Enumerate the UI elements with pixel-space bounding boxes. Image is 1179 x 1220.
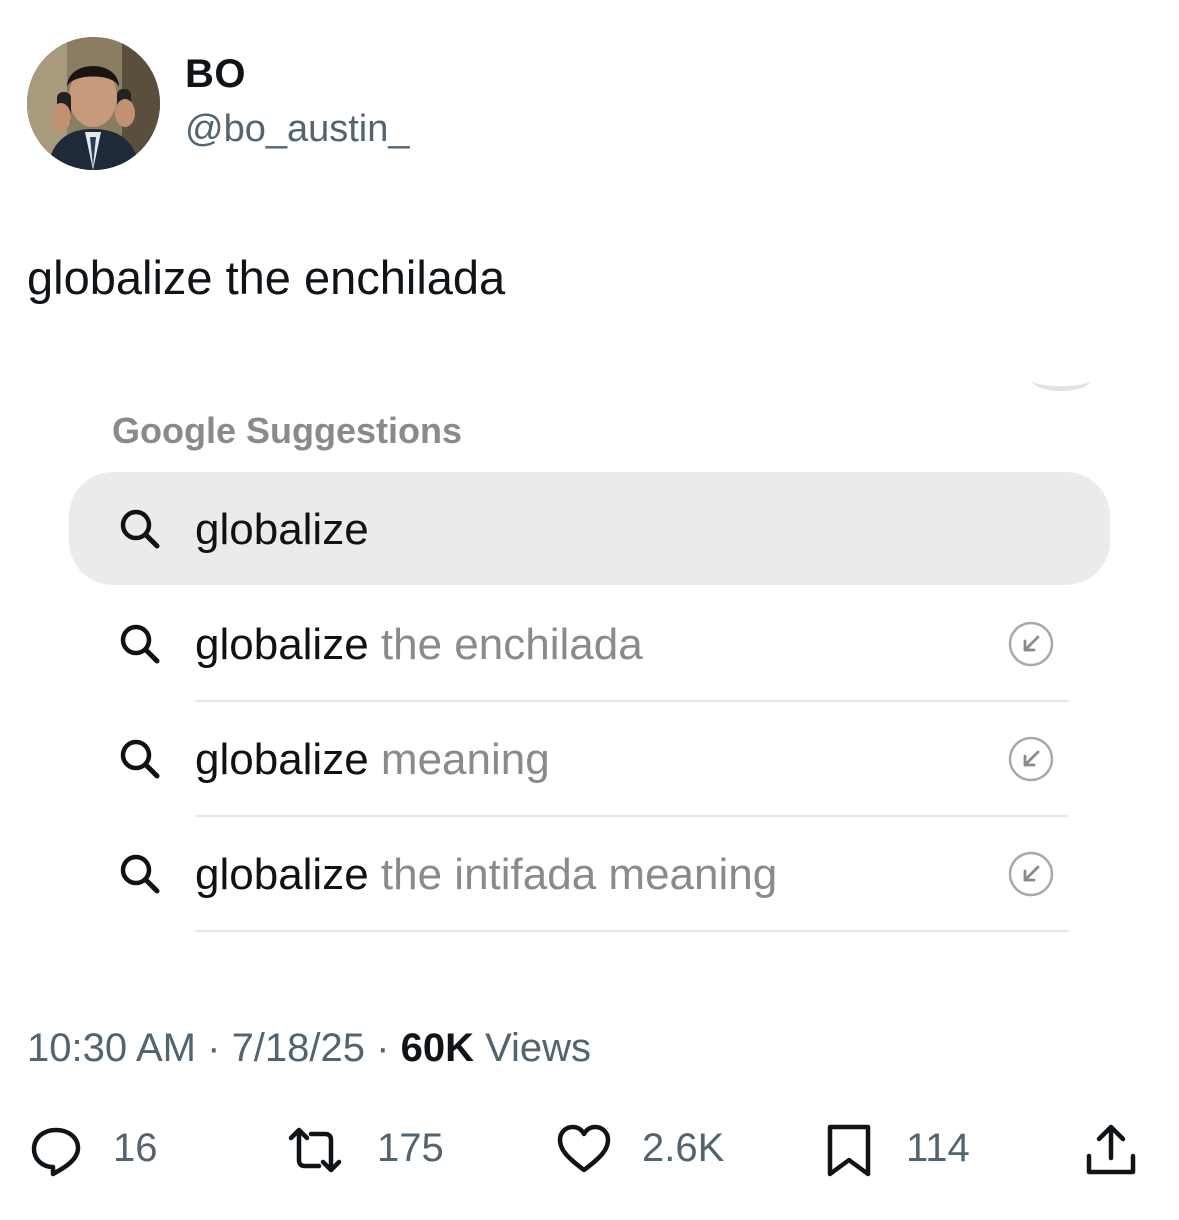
search-icon [120, 739, 160, 779]
bookmark-icon[interactable] [821, 1122, 877, 1178]
search-query-text[interactable]: globalize [195, 508, 369, 552]
tweet-date[interactable]: 7/18/25 [232, 1026, 365, 1070]
arrow-up-left-icon[interactable] [1006, 619, 1056, 669]
reply-count: 16 [113, 1126, 158, 1170]
meta-separator: · [365, 1026, 401, 1070]
suggestion-completion: meaning [368, 735, 550, 784]
share-icon[interactable] [1083, 1122, 1139, 1178]
repost-icon[interactable] [287, 1122, 343, 1178]
avatar[interactable] [27, 37, 160, 170]
suggestion-item[interactable]: globalize meaning [195, 738, 550, 782]
views-label: Views [473, 1026, 592, 1070]
display-name[interactable]: BO [185, 52, 246, 97]
suggestion-query-part: globalize [195, 850, 369, 899]
suggestion-completion: the intifada meaning [368, 850, 778, 899]
reply-icon[interactable] [28, 1122, 84, 1178]
suggestion-query-part: globalize [195, 735, 369, 784]
sheet-grabber [1032, 370, 1090, 391]
tweet-meta: 10:30 AM · 7/18/25 · 60K Views [27, 1026, 591, 1071]
user-handle[interactable]: @bo_austin_ [185, 108, 410, 151]
suggestion-query-part: globalize [195, 620, 369, 669]
suggestion-divider [195, 700, 1068, 702]
suggestion-divider [195, 930, 1068, 932]
tweet-time[interactable]: 10:30 AM [27, 1026, 196, 1070]
like-count: 2.6K [642, 1126, 725, 1170]
search-icon [120, 624, 160, 664]
suggestion-completion: the enchilada [368, 620, 643, 669]
search-icon [120, 509, 160, 549]
suggestion-divider [195, 815, 1068, 817]
bookmark-count: 114 [906, 1126, 970, 1170]
suggestions-title: Google Suggestions [112, 410, 463, 451]
arrow-up-left-icon[interactable] [1006, 849, 1056, 899]
arrow-up-left-icon[interactable] [1006, 734, 1056, 784]
tweet-text: globalize the enchilada [27, 251, 506, 304]
meta-separator: · [196, 1026, 232, 1070]
like-icon[interactable] [556, 1122, 612, 1178]
suggestion-item[interactable]: globalize the intifada meaning [195, 853, 777, 897]
views-count: 60K [400, 1026, 474, 1070]
search-icon [120, 854, 160, 894]
repost-count: 175 [377, 1126, 444, 1170]
suggestion-item[interactable]: globalize the enchilada [195, 623, 643, 667]
